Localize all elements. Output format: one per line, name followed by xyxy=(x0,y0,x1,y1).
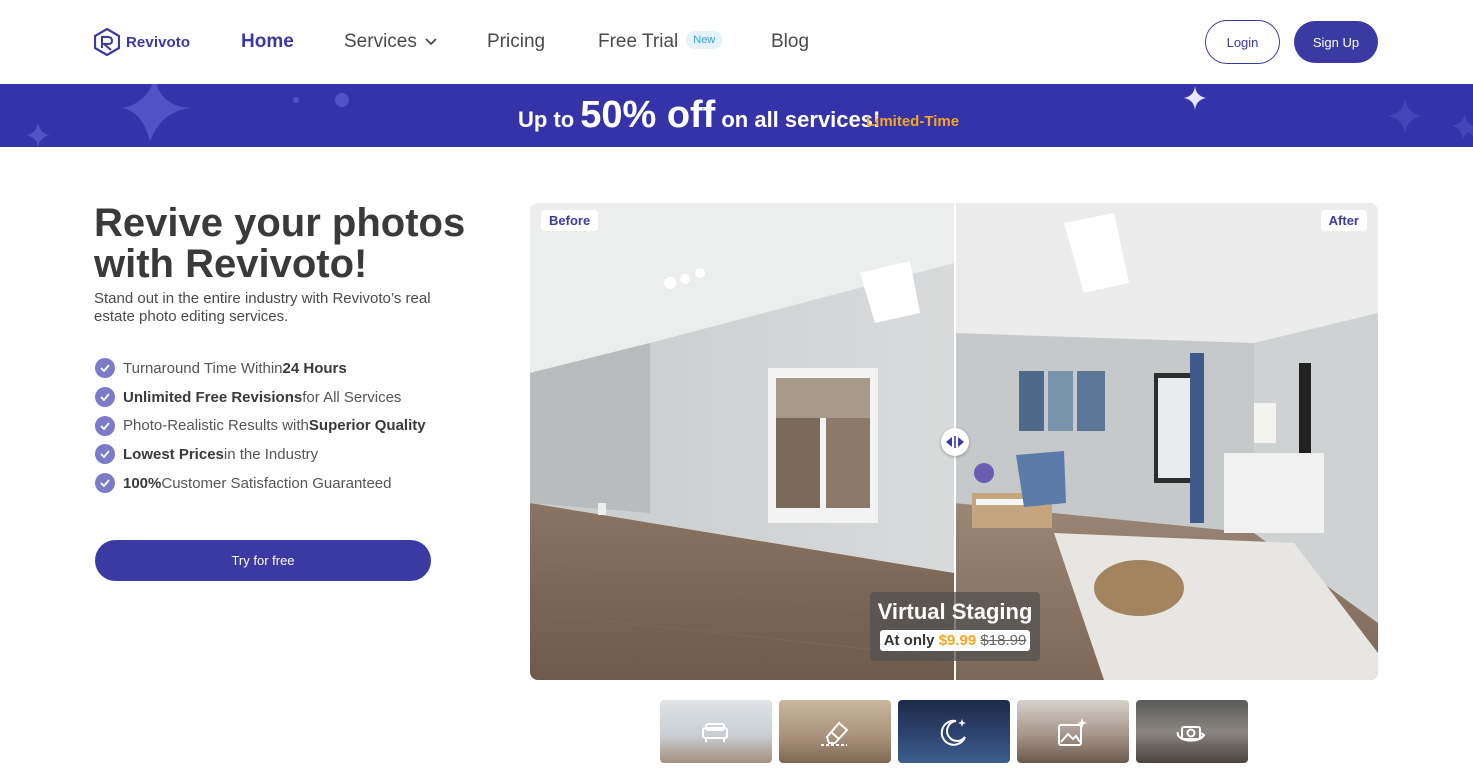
hero-title: Revive your photos with Revivoto! xyxy=(94,201,466,286)
thumbnail-virtual-staging[interactable] xyxy=(660,700,772,763)
new-badge: New xyxy=(686,30,723,49)
nav-free-trial-label: Free Trial xyxy=(598,31,679,52)
check-circle-icon xyxy=(95,358,115,379)
eraser-icon xyxy=(821,721,849,746)
brand-logo[interactable]: Revivoto xyxy=(94,28,190,56)
feature-list: Turnaround Time Within 24 Hours Unlimite… xyxy=(95,354,426,497)
moon-icon xyxy=(940,719,966,746)
feature-bold: 100% xyxy=(123,474,162,492)
feature-bold: Unlimited Free Revisions xyxy=(123,388,303,406)
nav-home[interactable]: Home xyxy=(241,31,294,53)
image-sparkle-icon xyxy=(1058,718,1087,746)
feature-item: Photo-Realistic Results with Superior Qu… xyxy=(95,411,426,440)
old-price: $18.99 xyxy=(980,632,1027,649)
feature-text: Turnaround Time Within xyxy=(123,359,283,377)
service-thumbnails xyxy=(660,700,1248,763)
limited-time-label: Limited-Time xyxy=(866,113,960,130)
signup-button[interactable]: Sign Up xyxy=(1294,21,1378,63)
sofa-icon xyxy=(702,723,728,742)
thumbnail-photo-enhancement[interactable] xyxy=(1017,700,1129,763)
nav-pricing[interactable]: Pricing xyxy=(487,31,545,53)
feature-bold: Lowest Prices xyxy=(123,445,224,463)
service-caption: Virtual Staging At only $9.99 $18.99 xyxy=(870,592,1040,661)
check-circle-icon xyxy=(95,415,115,436)
try-for-free-button[interactable]: Try for free xyxy=(95,540,431,581)
thumbnail-item-removal[interactable] xyxy=(779,700,891,763)
login-button[interactable]: Login xyxy=(1205,20,1280,64)
price-prefix: At only xyxy=(883,632,935,649)
feature-item: 100% Customer Satisfaction Guaranteed xyxy=(95,469,426,498)
check-circle-icon xyxy=(95,473,115,494)
brand-name: Revivoto xyxy=(126,33,191,51)
camera-360-icon xyxy=(1176,726,1206,742)
feature-text: Photo-Realistic Results with xyxy=(123,417,309,435)
check-circle-icon xyxy=(95,387,115,408)
slider-handle-icon[interactable] xyxy=(941,428,969,456)
feature-bold: 24 Hours xyxy=(282,359,347,377)
thumbnail-day-to-dusk[interactable] xyxy=(898,700,1010,763)
nav-free-trial[interactable]: Free Trial New xyxy=(598,30,723,53)
banner-suffix: on all services! xyxy=(721,107,881,132)
chevron-down-icon xyxy=(425,38,437,46)
nav-services-label: Services xyxy=(344,31,417,52)
current-price: $9.99 xyxy=(938,632,977,649)
promo-banner[interactable]: Up to 50% off on all services! Limited-T… xyxy=(0,84,1473,147)
feature-text: for All Services xyxy=(302,388,402,406)
feature-item: Unlimited Free Revisions for All Service… xyxy=(95,383,426,412)
thumbnail-360-photo[interactable] xyxy=(1136,700,1248,763)
nav-blog[interactable]: Blog xyxy=(771,31,809,53)
feature-bold: Superior Quality xyxy=(308,417,426,435)
hero-subtitle: Stand out in the entire industry with Re… xyxy=(94,290,431,325)
top-navbar: Revivoto Home Services Pricing Free Tria… xyxy=(0,0,1473,84)
feature-item: Turnaround Time Within 24 Hours xyxy=(95,354,426,383)
feature-item: Lowest Prices in the Industry xyxy=(95,440,426,469)
before-after-slider[interactable]: Before After Virtual Staging At only $9.… xyxy=(530,203,1378,680)
after-tag: After xyxy=(1320,210,1367,231)
banner-highlight: 50% off xyxy=(580,94,716,136)
feature-text: in the Industry xyxy=(223,445,319,463)
banner-headline: Up to 50% off on all services! xyxy=(518,94,880,137)
service-title: Virtual Staging xyxy=(877,599,1033,624)
banner-prefix: Up to xyxy=(518,107,575,132)
feature-text: Customer Satisfaction Guaranteed xyxy=(161,474,392,492)
nav-services[interactable]: Services xyxy=(344,31,437,53)
revivoto-logo-icon xyxy=(94,28,120,56)
service-price: At only $9.99 $18.99 xyxy=(879,630,1031,651)
before-tag: Before xyxy=(541,210,599,231)
check-circle-icon xyxy=(95,444,115,465)
